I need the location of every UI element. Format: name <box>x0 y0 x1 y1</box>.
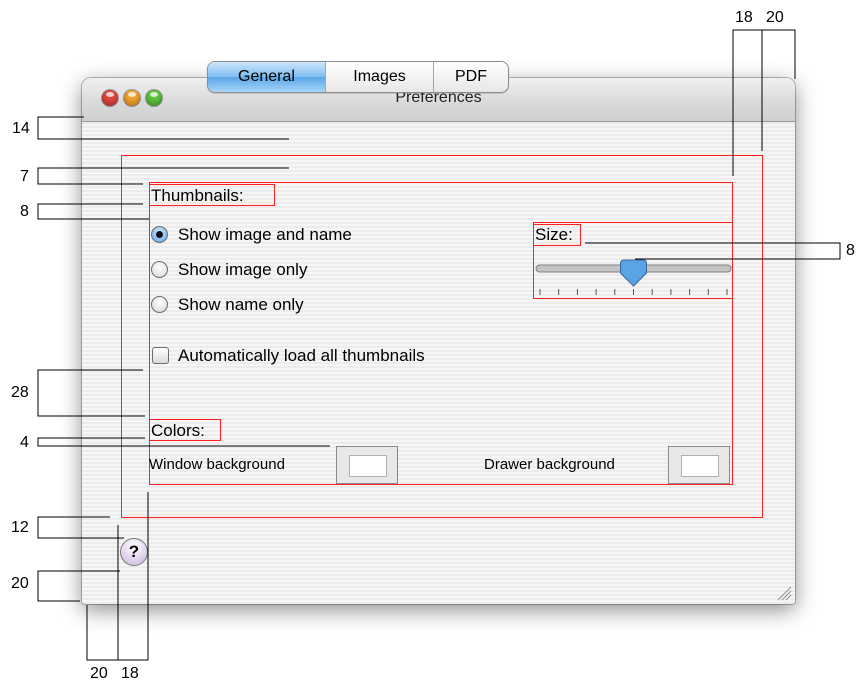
measure-left-7: 7 <box>20 168 29 185</box>
measure-top-20: 20 <box>766 9 784 26</box>
measure-left-20: 20 <box>11 575 29 592</box>
measure-bottom-20: 20 <box>90 665 108 682</box>
measure-top-18: 18 <box>735 9 753 26</box>
measure-left-12: 12 <box>11 519 29 536</box>
measure-right-8: 8 <box>846 242 855 259</box>
measurement-guides <box>37 29 841 661</box>
measure-left-14: 14 <box>12 120 30 137</box>
measure-left-8: 8 <box>20 203 29 220</box>
measure-left-28: 28 <box>11 384 29 401</box>
measure-bottom-18: 18 <box>121 665 139 682</box>
measure-left-4: 4 <box>20 434 29 451</box>
